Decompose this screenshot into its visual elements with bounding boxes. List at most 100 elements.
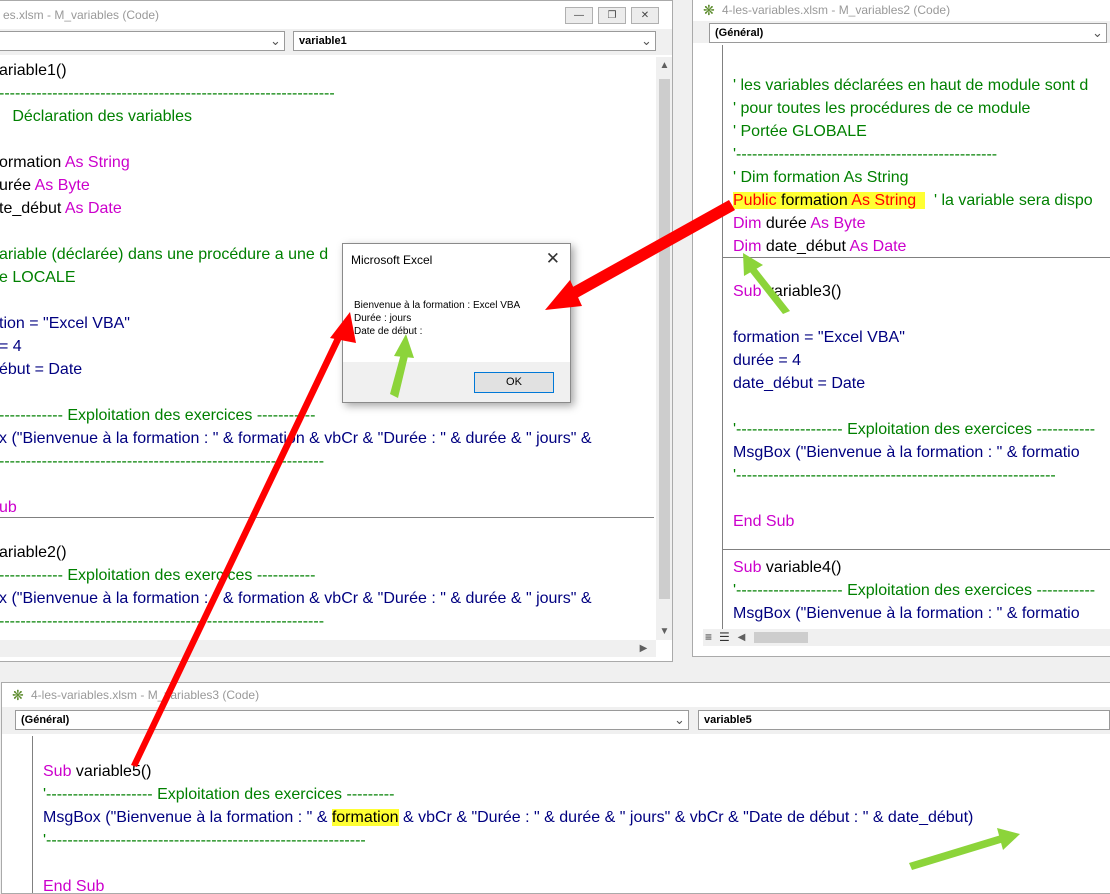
code-line[interactable]: x ("Bienvenue à la formation : " & forma… — [0, 427, 592, 450]
dialog-title: Microsoft Excel — [351, 253, 433, 267]
code-line[interactable]: te_début As Date — [0, 197, 122, 220]
code-token: MsgBox ("Bienvenue à la formation : " & … — [733, 605, 1080, 622]
close-button[interactable]: ✕ — [631, 7, 659, 24]
procedure-combo-value: variable1 — [299, 35, 347, 47]
code-token: '---------------------------------------… — [733, 146, 998, 163]
code-margin — [722, 45, 723, 629]
code-line[interactable]: ormation As String — [0, 151, 130, 174]
code-token: '-------------------- Exploitation des e… — [733, 582, 1096, 599]
horizontal-scrollbar[interactable]: ▶ — [0, 640, 656, 657]
code-line[interactable]: '---------------------------------------… — [733, 143, 997, 166]
code-line[interactable]: Dim date_début As Date — [733, 235, 906, 258]
code-line[interactable]: ' Portée GLOBALE — [733, 120, 867, 143]
code-token: variable3() — [761, 283, 842, 300]
code-line[interactable]: '---------------------------------------… — [733, 464, 1056, 487]
chevron-down-icon: ⌄ — [641, 33, 652, 48]
code-line[interactable]: Dim durée As Byte — [733, 212, 866, 235]
code-token — [916, 192, 926, 209]
procedure-combo[interactable]: variable5 — [698, 710, 1110, 730]
scroll-thumb[interactable] — [754, 632, 808, 643]
code-line[interactable]: x ("Bienvenue à la formation : " & forma… — [0, 587, 592, 610]
code-editor[interactable]: ' les variables déclarées en haut de mod… — [723, 45, 1110, 629]
code-token: durée = 4 — [733, 352, 802, 369]
scroll-down-icon[interactable]: ▼ — [656, 623, 672, 640]
window-titlebar[interactable]: ❋ 4-les-variables.xlsm - M_variables2 (C… — [693, 0, 1110, 21]
code-line[interactable]: ----------------------------------------… — [0, 450, 324, 473]
code-token: Sub — [43, 763, 72, 780]
code-token: Dim — [733, 238, 762, 255]
code-line[interactable]: tion = "Excel VBA" — [0, 312, 130, 335]
code-token: ormation — [0, 154, 65, 171]
code-token: formation = "Excel VBA" — [733, 329, 905, 346]
code-token: As Byte — [34, 177, 90, 194]
code-window-m-variables2: ❋ 4-les-variables.xlsm - M_variables2 (C… — [692, 0, 1110, 657]
code-line[interactable]: Public formation As String ' la variable… — [733, 189, 1093, 212]
code-line[interactable]: End Sub — [733, 510, 794, 533]
code-token: ----------------------------------------… — [0, 613, 325, 630]
code-token: ariable2() — [0, 544, 67, 561]
ok-button[interactable]: OK — [474, 372, 554, 393]
code-token: ------------ Exploitation des exercices … — [0, 407, 316, 424]
code-line[interactable]: End Sub — [43, 875, 104, 893]
minimize-button[interactable]: — — [565, 7, 593, 24]
dialog-footer: OK — [343, 362, 570, 402]
code-line[interactable]: ----------------------------------------… — [0, 610, 324, 633]
code-line[interactable]: durée = 4 — [733, 349, 801, 372]
code-token: ' la variable sera dispo — [925, 192, 1093, 209]
code-line[interactable]: ----------------------------------------… — [0, 82, 335, 105]
code-line[interactable]: Sub variable5() — [43, 760, 152, 783]
scroll-thumb[interactable] — [659, 79, 670, 599]
code-line[interactable]: MsgBox ("Bienvenue à la formation : " & … — [733, 441, 1080, 464]
object-combo[interactable]: (Général) ⌄ — [709, 23, 1107, 43]
code-token: MsgBox ("Bienvenue à la formation : " & … — [733, 444, 1080, 461]
code-line[interactable]: ' Dim formation As String — [733, 166, 909, 189]
procedure-combo[interactable]: variable1 ⌄ — [293, 31, 656, 51]
code-line[interactable]: MsgBox ("Bienvenue à la formation : " & … — [43, 806, 973, 829]
code-token: ébut = Date — [0, 361, 83, 378]
code-line[interactable]: e LOCALE — [0, 266, 75, 289]
code-line[interactable]: ébut = Date — [0, 358, 82, 381]
code-line[interactable]: ariable2() — [0, 541, 67, 564]
code-token: Dim — [733, 215, 762, 232]
object-combo[interactable]: (Général) ⌄ — [15, 710, 689, 730]
restore-button[interactable]: ❐ — [598, 7, 626, 24]
code-line[interactable]: '-------------------- Exploitation des e… — [43, 783, 394, 806]
code-line[interactable]: Sub variable3() — [733, 280, 842, 303]
code-line[interactable]: Sub variable4() — [733, 556, 842, 579]
code-line[interactable]: urée As Byte — [0, 174, 90, 197]
code-line[interactable]: ' les variables déclarées en haut de mod… — [733, 74, 1088, 97]
code-line[interactable]: '-------------------- Exploitation des e… — [733, 418, 1095, 441]
code-token: MsgBox ("Bienvenue à la formation : " & — [43, 809, 332, 826]
code-line[interactable]: ariable1() — [0, 59, 67, 82]
code-token: te_début — [0, 200, 65, 217]
close-icon[interactable]: ✕ — [546, 249, 560, 269]
code-token: ' Dim formation As String — [733, 169, 909, 186]
code-token: = 4 — [0, 338, 22, 355]
code-line[interactable]: = 4 — [0, 335, 22, 358]
procedure-view-icon[interactable]: ≡ — [705, 630, 712, 644]
code-line[interactable]: Déclaration des variables — [0, 105, 192, 128]
code-line[interactable]: MsgBox ("Bienvenue à la formation : " & … — [733, 602, 1080, 625]
scroll-right-icon[interactable]: ▶ — [635, 640, 652, 657]
scroll-up-icon[interactable]: ▲ — [656, 57, 672, 74]
dialog-message-line: Durée : jours — [354, 313, 412, 324]
code-line[interactable]: ------------ Exploitation des exercices … — [0, 404, 315, 427]
code-line[interactable]: ' pour toutes les procédures de ce modul… — [733, 97, 1030, 120]
scroll-left-icon[interactable]: ◀ — [733, 629, 750, 646]
code-line[interactable]: date_début = Date — [733, 372, 865, 395]
code-token: variable4() — [761, 559, 842, 576]
vertical-scrollbar[interactable]: ▲ ▼ — [656, 57, 672, 640]
code-line[interactable]: '-------------------- Exploitation des e… — [733, 579, 1095, 602]
code-line[interactable]: '---------------------------------------… — [43, 829, 366, 852]
module-view-icon[interactable]: ☰ — [719, 630, 730, 644]
horizontal-scrollbar[interactable]: ≡ ☰ ◀ — [703, 629, 1110, 646]
code-token: & vbCr & "Durée : " & durée & " jours" &… — [398, 809, 974, 826]
window-titlebar[interactable]: ❋ 4-les-variables.xlsm - M_variables3 (C… — [2, 683, 1110, 707]
code-token: ----------------------------------------… — [0, 453, 325, 470]
object-combo[interactable]: ⌄ — [0, 31, 285, 51]
code-editor[interactable]: Sub variable5() '-------------------- Exp… — [33, 736, 1110, 893]
code-line[interactable]: ub — [0, 496, 17, 519]
window-titlebar[interactable]: es.xlsm - M_variables (Code) — ❐ ✕ — [0, 1, 672, 29]
code-line[interactable]: formation = "Excel VBA" — [733, 326, 905, 349]
code-line[interactable]: ------------ Exploitation des exercices … — [0, 564, 315, 587]
